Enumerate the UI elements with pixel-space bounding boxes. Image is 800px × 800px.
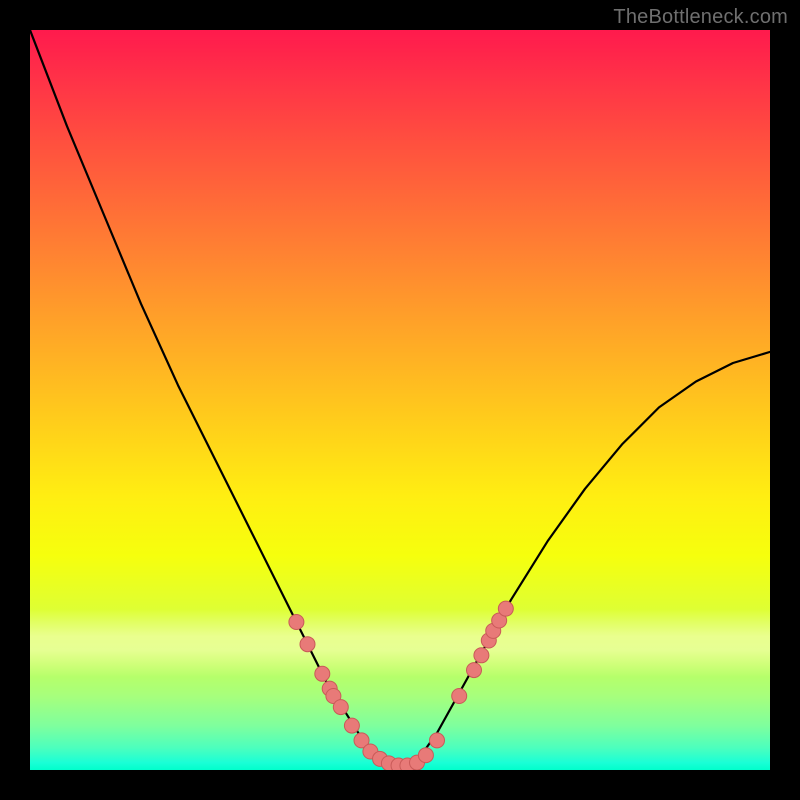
watermark-text: TheBottleneck.com xyxy=(613,6,788,29)
bottleneck-curve xyxy=(30,30,770,766)
data-marker xyxy=(344,718,359,733)
chart-svg xyxy=(30,30,770,770)
data-marker xyxy=(315,666,330,681)
data-marker xyxy=(474,648,489,663)
data-marker xyxy=(300,637,315,652)
data-marker xyxy=(467,663,482,678)
data-marker xyxy=(452,689,467,704)
data-marker xyxy=(430,733,445,748)
data-marker xyxy=(498,601,513,616)
outer-frame: TheBottleneck.com xyxy=(0,0,800,800)
data-marker xyxy=(289,615,304,630)
plot-area xyxy=(30,30,770,770)
data-marker xyxy=(333,700,348,715)
data-marker xyxy=(418,748,433,763)
